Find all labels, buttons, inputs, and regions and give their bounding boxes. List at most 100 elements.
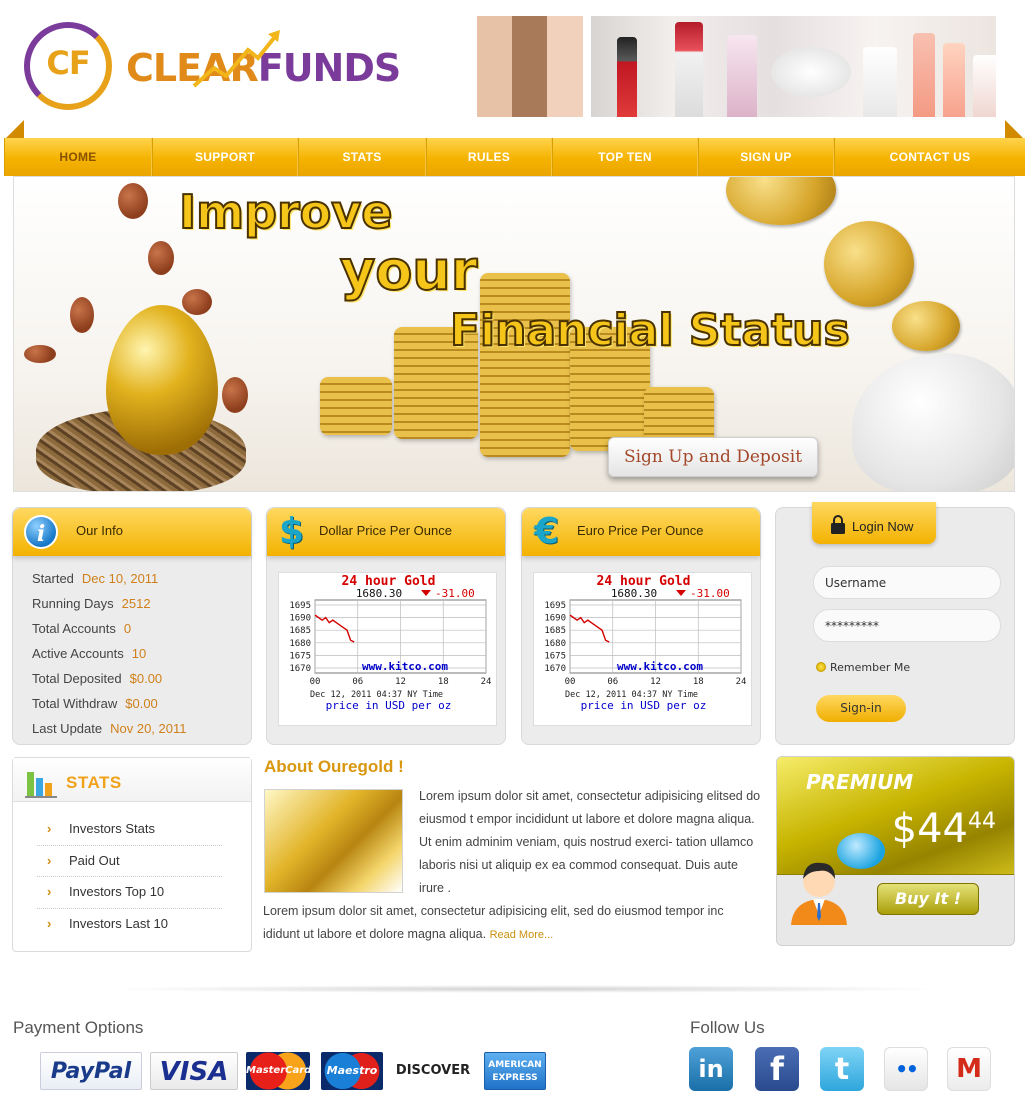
y-tick-label: 1675 <box>544 651 566 661</box>
linkedin-icon[interactable]: in <box>689 1047 733 1091</box>
login-box: Login Now Remember Me Sign-in <box>775 502 1015 745</box>
password-input[interactable] <box>813 609 1001 642</box>
sign-in-button[interactable]: Sign-in <box>816 695 906 722</box>
info-value: 10 <box>131 646 147 661</box>
penny <box>70 297 94 333</box>
info-value: $0.00 <box>129 671 163 686</box>
info-value: 0 <box>123 621 132 636</box>
chart-change: -31.00 <box>435 587 475 600</box>
our-info-title: Our Info <box>76 523 123 538</box>
info-row-active-accounts: Active Accounts 10 <box>32 641 251 666</box>
buy-it-button[interactable]: Buy It ! <box>877 883 979 915</box>
nav-home[interactable]: HOME <box>4 138 152 176</box>
nav-rules[interactable]: RULES <box>426 138 552 176</box>
stats-header: STATS <box>13 758 251 802</box>
read-more-link[interactable]: Read More... <box>490 929 554 941</box>
nav-corner-left <box>4 120 24 140</box>
penny <box>148 241 174 275</box>
banner-line-1: Improve <box>178 184 393 240</box>
nav-top-ten[interactable]: TOP TEN <box>552 138 698 176</box>
info-label: Total Accounts <box>32 621 116 636</box>
x-tick-label: 00 <box>565 677 576 687</box>
y-tick-label: 1675 <box>289 651 311 661</box>
golden-egg <box>106 305 218 455</box>
premium-price-main: $44 <box>891 806 968 852</box>
about-title: About Ouregold ! <box>264 757 404 776</box>
chart-footer: price in USD per oz <box>581 699 707 712</box>
y-tick-label: 1695 <box>544 601 566 611</box>
x-tick-label: 06 <box>607 677 618 687</box>
chart-website: www.kitco.com <box>362 660 448 673</box>
piggy-bank <box>852 353 1014 491</box>
visa-logo: VISA <box>150 1052 238 1090</box>
nav-bar: HOME SUPPORT STATS RULES TOP TEN SIGN UP… <box>4 138 1025 176</box>
paypal-logo: PayPal <box>40 1052 142 1090</box>
gold-coin <box>824 221 914 307</box>
username-input[interactable] <box>813 566 1001 599</box>
chevron-right-icon: › <box>47 915 52 931</box>
twitter-icon[interactable]: t <box>820 1047 864 1091</box>
stats-list: › Investors Stats › Paid Out › Investors To… <box>13 802 251 940</box>
lock-icon <box>831 515 845 534</box>
chart-price: 1680.30 <box>356 587 402 600</box>
remember-me[interactable]: Remember Me <box>816 661 910 674</box>
stats-title: STATS <box>66 773 122 792</box>
info-row-total-deposited: Total Deposited $0.00 <box>32 666 251 691</box>
info-label: Started <box>32 571 74 586</box>
x-tick-label: 06 <box>352 677 363 687</box>
x-tick-label: 24 <box>736 677 747 687</box>
chevron-right-icon: › <box>47 852 52 868</box>
nav-contact-us[interactable]: CONTACT US <box>834 138 1025 176</box>
hero-banner: Improve your Financial Status Sign Up an… <box>13 176 1015 492</box>
gold-chart-svg: 16951690168516801675167000 06 12 18 2424 hou… <box>289 574 491 712</box>
gold-chart-usd: 1695 1690 1685 1680 1675 1670 00 06 12 18 24 24 hou… <box>278 572 497 726</box>
x-tick-label: 12 <box>395 677 406 687</box>
nav-sign-up[interactable]: SIGN UP <box>698 138 834 176</box>
gold-chart-svg: 16951690168516801675167000 06 12 18 2424 hou… <box>544 574 747 712</box>
login-tab: Login Now <box>812 502 936 544</box>
penny <box>118 183 148 219</box>
flickr-icon[interactable]: •• <box>884 1047 928 1091</box>
euro-price-header: € Euro Price Per Ounce <box>522 508 760 556</box>
gmail-icon[interactable]: M <box>947 1047 991 1091</box>
info-row-running-days: Running Days 2512 <box>32 591 251 616</box>
maestro-logo: Maestro <box>321 1052 383 1090</box>
nav-support[interactable]: SUPPORT <box>152 138 298 176</box>
sign-up-deposit-button[interactable]: Sign Up and Deposit <box>608 437 818 477</box>
coin-stack <box>480 273 570 457</box>
remember-radio[interactable] <box>816 662 826 672</box>
info-row-last-update: Last Update Nov 20, 2011 <box>32 716 251 741</box>
nav-stats[interactable]: STATS <box>298 138 426 176</box>
banner-line-3: Financial Status <box>449 304 851 357</box>
y-tick-label: 1695 <box>289 601 311 611</box>
info-label: Last Update <box>32 721 103 736</box>
x-tick-label: 18 <box>693 677 704 687</box>
cosmetics-photo <box>591 16 996 117</box>
premium-label: PREMIUM <box>806 770 914 794</box>
info-value: Dec 10, 2011 <box>81 571 159 586</box>
stats-link-investors-top-10[interactable]: › Investors Top 10 <box>37 877 222 909</box>
dollar-icon: $ <box>279 511 305 552</box>
penny <box>222 377 248 413</box>
euro-icon: € <box>534 511 560 552</box>
chart-footer: price in USD per oz <box>326 699 452 712</box>
y-tick-label: 1670 <box>544 664 566 674</box>
gold-chart-eur: 1695 1690 1685 1680 1675 1670 00 06 12 18 24 24 hou… <box>533 572 752 726</box>
stats-link-investors-last-10[interactable]: › Investors Last 10 <box>37 909 222 941</box>
stats-link-paid-out[interactable]: › Paid Out <box>37 846 222 877</box>
y-tick-label: 1685 <box>544 626 566 636</box>
stats-link-label: Investors Last 10 <box>69 915 168 931</box>
header-photo <box>477 16 996 117</box>
y-tick-label: 1690 <box>544 614 566 624</box>
dollar-price-title: Dollar Price Per Ounce <box>319 523 452 538</box>
gold-bars-image <box>264 789 403 893</box>
penny <box>182 289 212 315</box>
stats-link-investors-stats[interactable]: › Investors Stats <box>37 814 222 846</box>
x-tick-label: 18 <box>438 677 449 687</box>
y-tick-label: 1680 <box>289 639 311 649</box>
facebook-icon[interactable]: f <box>755 1047 799 1091</box>
info-row-total-withdraw: Total Withdraw $0.00 <box>32 691 251 716</box>
info-label: Total Withdraw <box>32 696 118 711</box>
info-label: Active Accounts <box>32 646 124 661</box>
site-logo[interactable]: CF CLEARFUNDS <box>24 20 401 112</box>
